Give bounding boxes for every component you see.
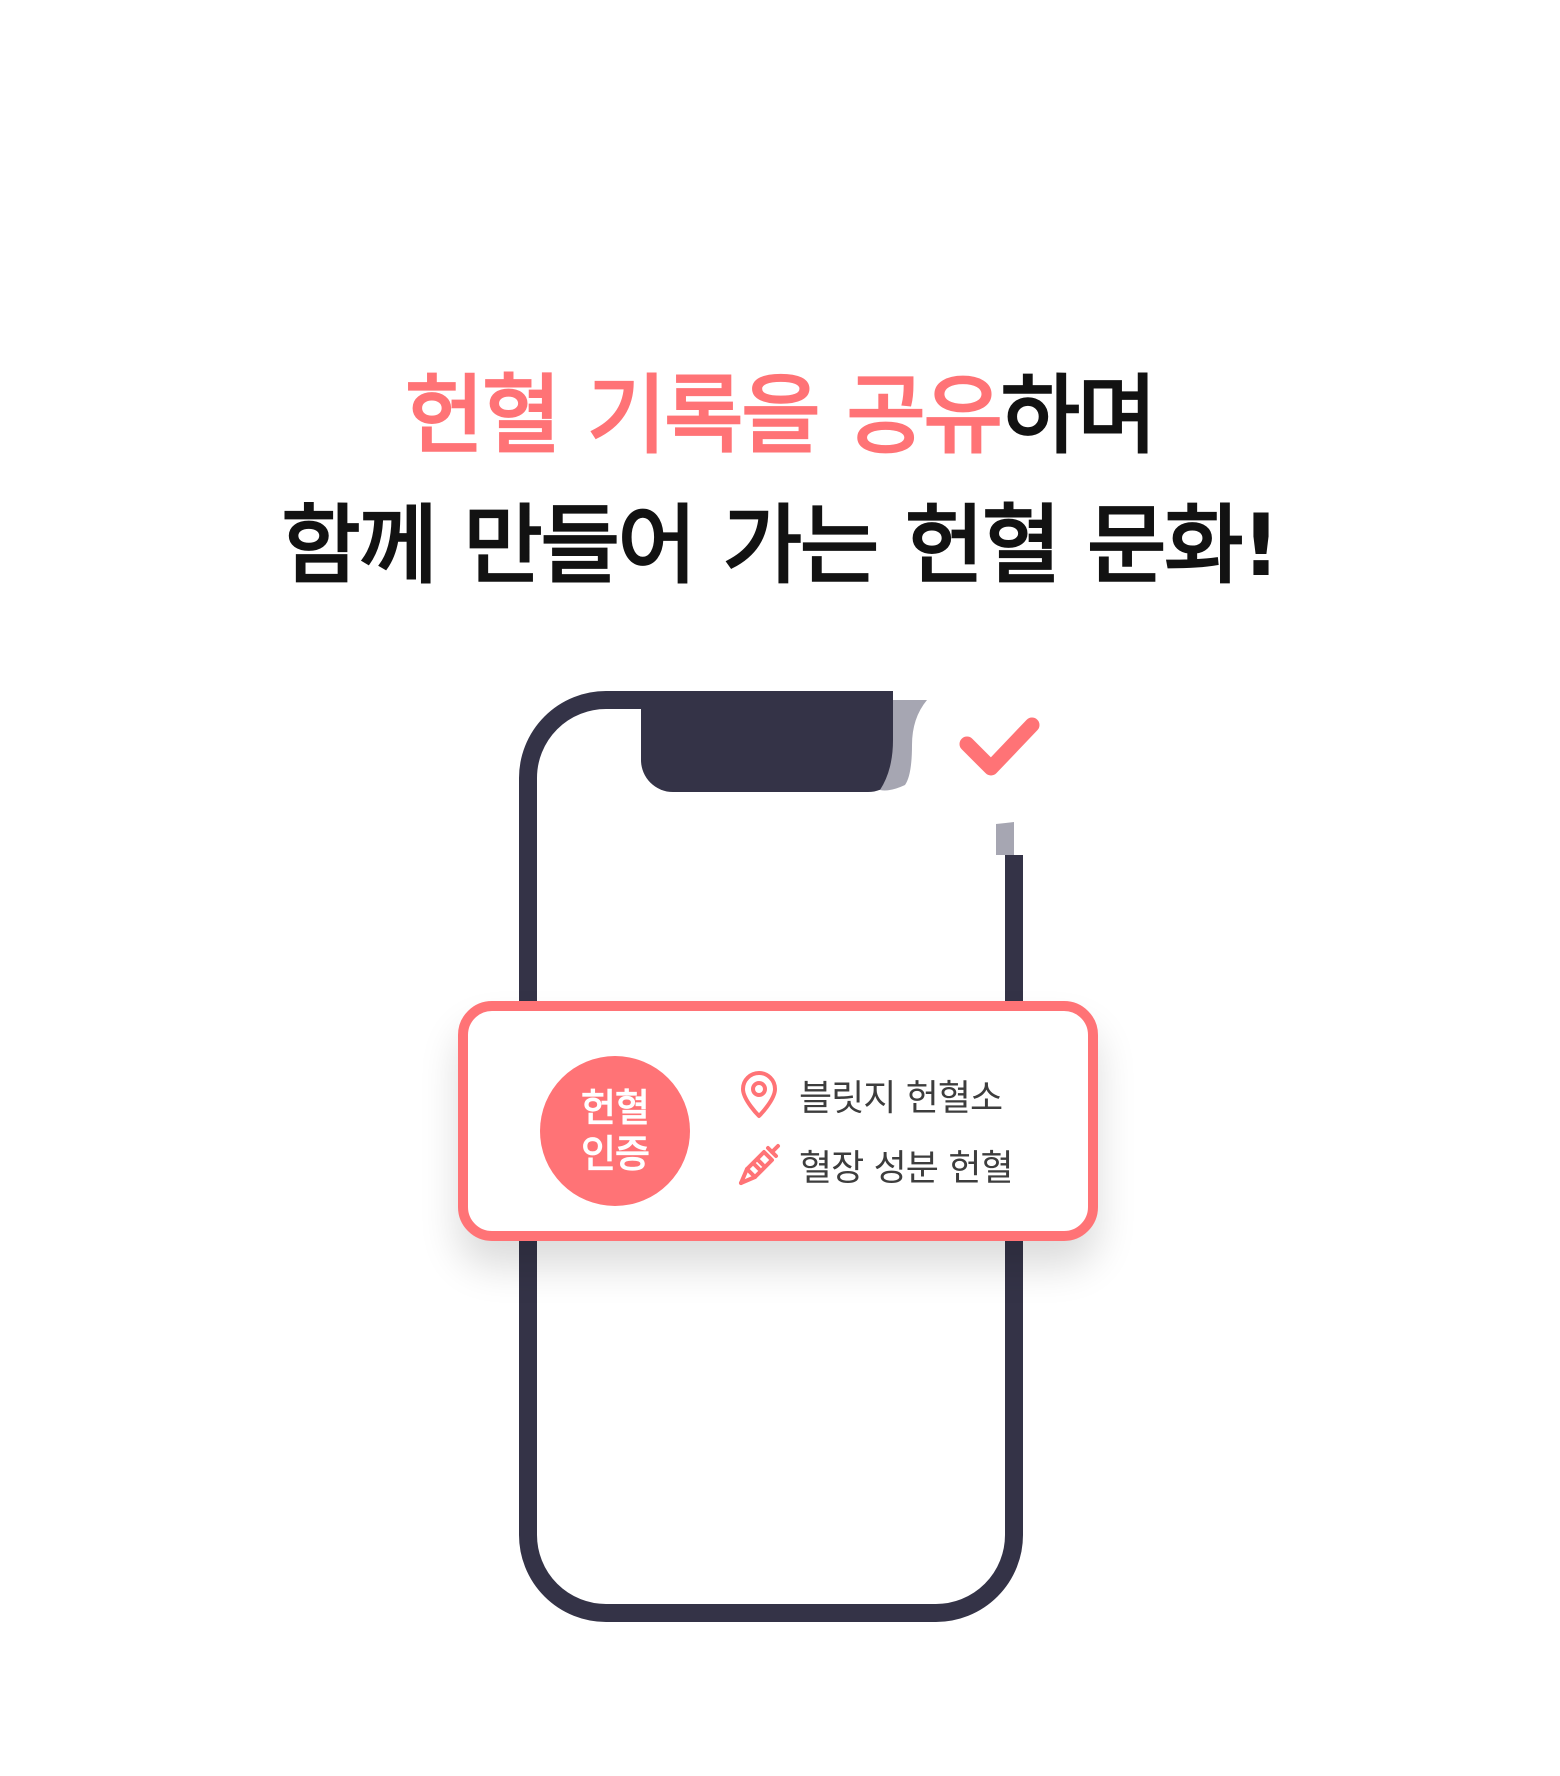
phone-illustration — [519, 691, 1040, 1622]
donation-type-row: 혈장 성분 헌혈 — [733, 1137, 1014, 1193]
location-row: 블릿지 헌혈소 — [733, 1067, 1003, 1123]
checkmark-icon — [959, 717, 1040, 776]
donation-type-text: 혈장 성분 헌혈 — [799, 1148, 1014, 1189]
badge-line-2: 인증 — [581, 1132, 650, 1176]
donation-certificate-card: 헌혈 인증 블릿지 헌혈소 혈장 성분 헌혈 — [458, 1001, 1098, 1241]
badge-line-1: 헌혈 — [581, 1086, 650, 1130]
frame-highlight — [996, 822, 1014, 855]
syringe-icon — [739, 1144, 780, 1185]
certification-badge: 헌혈 인증 — [540, 1056, 690, 1206]
map-pin-icon — [741, 1071, 777, 1118]
location-text: 블릿지 헌혈소 — [799, 1078, 1003, 1119]
phone-notch — [641, 700, 900, 792]
